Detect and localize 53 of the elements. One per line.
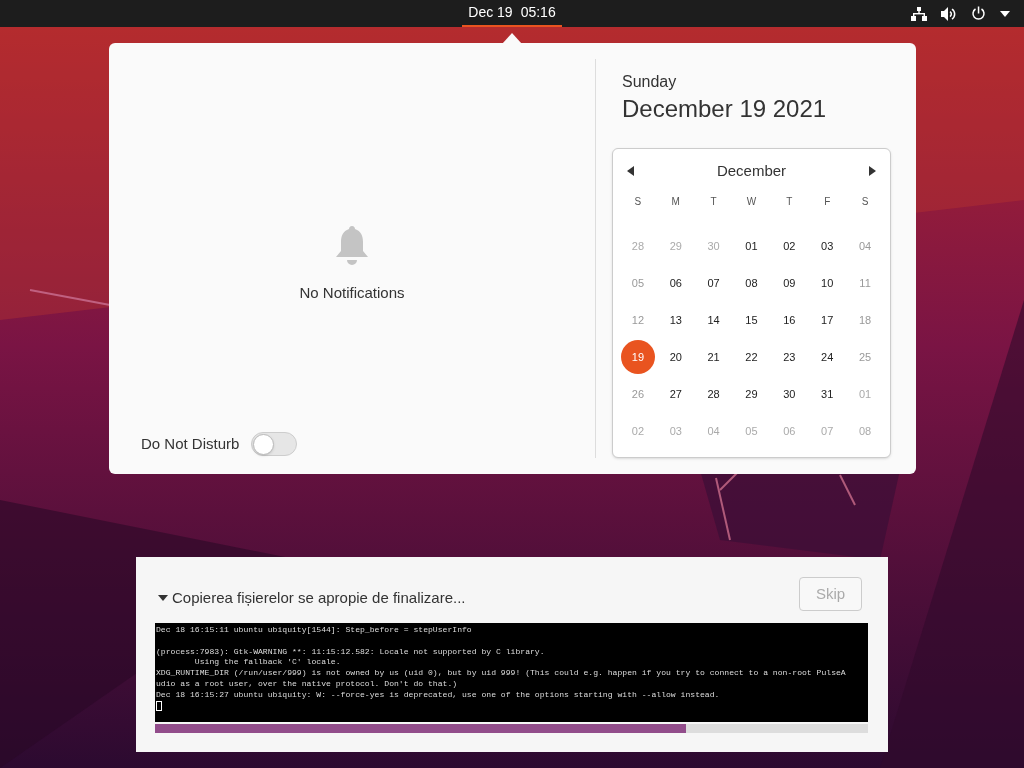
do-not-disturb-switch[interactable] <box>251 432 298 456</box>
next-month-icon[interactable] <box>869 166 876 176</box>
calendar-day[interactable]: 28 <box>696 377 731 411</box>
empty-notifications-text: No Notifications <box>299 283 405 303</box>
caret-icon[interactable] <box>1000 10 1010 17</box>
weekday-label: S <box>860 194 870 209</box>
weekday-label: W <box>745 194 758 209</box>
calendar-day[interactable]: 24 <box>810 340 845 374</box>
terminal-line: Dec 18 16:15:11 ubuntu ubiquity[1544]: Step_before = stepUserInfo <box>156 625 473 636</box>
volume-icon[interactable] <box>941 6 957 21</box>
calendar-day[interactable]: 17 <box>810 303 845 337</box>
bell-icon <box>334 226 370 266</box>
calendar-day[interactable]: 27 <box>658 377 693 411</box>
calendar-day[interactable]: 08 <box>734 266 769 300</box>
clock[interactable]: Dec 19 05:16 <box>462 0 562 27</box>
calendar-day[interactable]: 21 <box>696 340 731 374</box>
weekday-label: T <box>709 194 718 209</box>
calendar-day[interactable]: 09 <box>772 266 807 300</box>
calendar-day[interactable]: 19 <box>620 340 655 374</box>
calendar-day[interactable]: 30 <box>772 377 807 411</box>
calendar-day[interactable]: 31 <box>810 377 845 411</box>
calendar-day[interactable]: 13 <box>658 303 693 337</box>
network-icon[interactable] <box>911 6 927 21</box>
install-status-text: Copierea fișierelor se apropie de finalizare... <box>172 587 466 608</box>
month-title: December <box>716 160 787 181</box>
calendar-day[interactable]: 16 <box>772 303 807 337</box>
calendar-day[interactable]: 15 <box>734 303 769 337</box>
calendar-day[interactable]: 03 <box>810 229 845 263</box>
do-not-disturb-label: Do Not Disturb <box>141 433 240 454</box>
power-icon[interactable] <box>971 6 986 21</box>
weekday-text: Sunday <box>622 72 678 92</box>
calendar-day[interactable]: 10 <box>810 266 845 300</box>
weekday-label: S <box>633 194 643 209</box>
calendar-day[interactable]: 23 <box>772 340 807 374</box>
calendar-day[interactable]: 07 <box>696 266 731 300</box>
terminal-line: udio as a root user, over the native protocol. Don't do that.) <box>156 679 459 690</box>
previous-month-icon[interactable] <box>627 166 634 176</box>
terminal-line: (process:7983): Gtk-WARNING **: 11:15:12.582: Locale not supported by C library. <box>156 646 546 658</box>
terminal-line: XDG_RUNTIME_DIR (/run/user/999) is not owned by us (uid 0), but by uid 999! (This could e.g. happen if you try to connect to a non-root PulseA <box>156 668 847 679</box>
calendar-day[interactable]: 14 <box>696 303 731 337</box>
terminal-line: Dec 18 16:15:27 ubuntu ubiquity: W: --force-yes is deprecated, use one of the options starting with --allow instead. <box>156 689 721 701</box>
expander-icon[interactable] <box>158 595 168 601</box>
weekday-label: M <box>670 194 681 209</box>
calendar-day[interactable]: 06 <box>658 266 693 300</box>
weekday-label: T <box>785 194 794 209</box>
calendar-day[interactable]: 29 <box>734 377 769 411</box>
calendar-day[interactable]: 02 <box>772 229 807 263</box>
calendar-day[interactable]: 22 <box>734 340 769 374</box>
calendar-day[interactable]: 20 <box>658 340 693 374</box>
calendar-day[interactable]: 01 <box>734 229 769 263</box>
weekday-label: F <box>823 194 832 209</box>
date-heading: December 19 2021 <box>622 94 828 124</box>
terminal-line: Using the fallback 'C' locale. <box>193 657 342 669</box>
